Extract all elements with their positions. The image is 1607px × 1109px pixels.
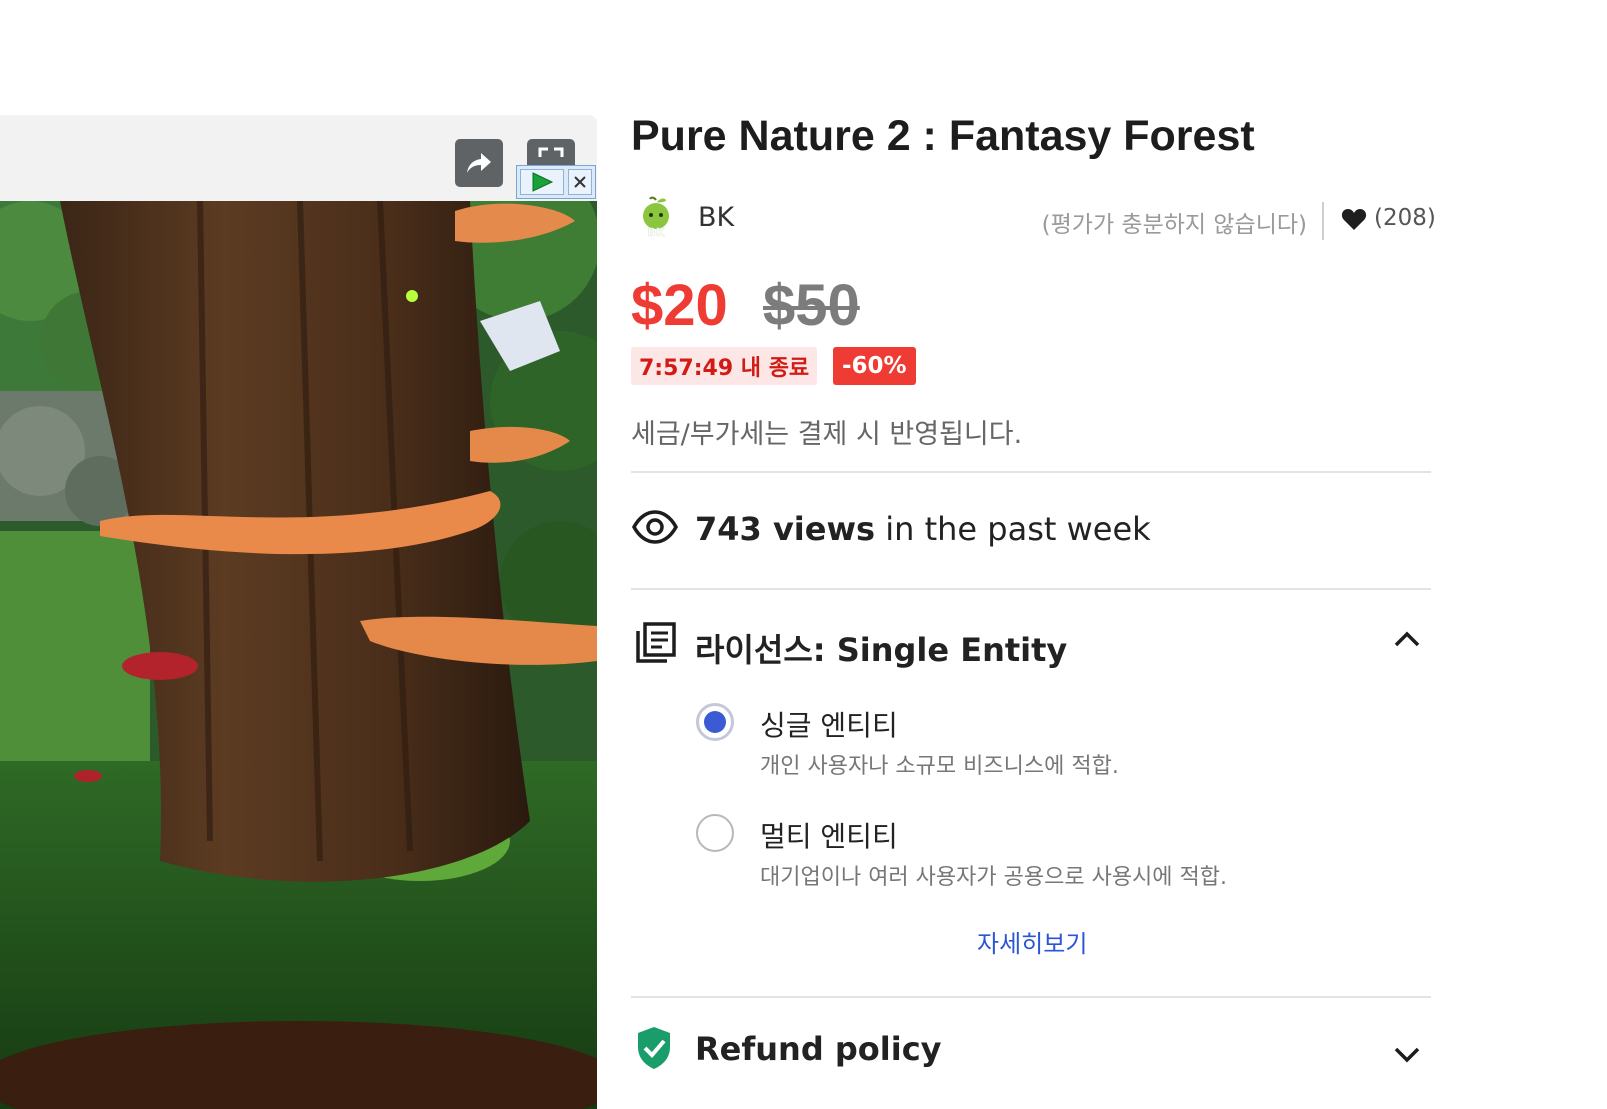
divider bbox=[631, 996, 1431, 998]
svg-text:BK: BK bbox=[648, 226, 665, 238]
divider bbox=[1322, 202, 1324, 240]
license-heading[interactable]: 라이선스: Single Entity bbox=[695, 625, 1067, 671]
radio-multi-entity[interactable] bbox=[696, 814, 734, 852]
radio-selected-dot bbox=[704, 711, 726, 733]
fullscreen-button[interactable] bbox=[527, 139, 575, 165]
media-toolbar bbox=[0, 115, 597, 201]
sale-countdown: 7:57:49 내 종료 bbox=[631, 347, 818, 385]
weekly-views: 743 views in the past week bbox=[695, 510, 1151, 548]
divider bbox=[631, 471, 1431, 473]
option-multi-entity-title[interactable]: 멀티 엔티티 bbox=[760, 815, 898, 855]
play-icon bbox=[532, 172, 554, 192]
license-details-link[interactable]: 자세히보기 bbox=[977, 924, 1087, 959]
close-button[interactable] bbox=[568, 169, 592, 195]
favorite-count: (208) bbox=[1374, 205, 1436, 231]
radio-single-entity[interactable] bbox=[696, 703, 734, 741]
eye-icon bbox=[632, 510, 678, 544]
product-screenshot[interactable] bbox=[0, 201, 597, 1109]
mini-player-controls bbox=[516, 165, 596, 199]
rating-summary[interactable]: (평가가 충분하지 않습니다) bbox=[1042, 205, 1307, 239]
option-single-entity-title[interactable]: 싱글 엔티티 bbox=[760, 704, 898, 744]
license-document-icon bbox=[636, 622, 676, 663]
option-single-entity-desc: 개인 사용자나 소규모 비즈니스에 적합. bbox=[760, 754, 1119, 779]
original-price: $50 bbox=[763, 273, 860, 338]
option-multi-entity-desc: 대기업이나 여러 사용자가 공용으로 사용시에 적합. bbox=[760, 865, 1228, 890]
chevron-down-icon[interactable] bbox=[1393, 1046, 1421, 1064]
publisher-link[interactable]: BK bbox=[698, 202, 734, 233]
views-count: 743 views bbox=[695, 510, 876, 548]
share-button[interactable] bbox=[455, 139, 503, 187]
media-viewer bbox=[0, 115, 597, 1109]
views-suffix: in the past week bbox=[885, 510, 1151, 548]
product-title: Pure Nature 2 : Fantasy Forest bbox=[631, 112, 1255, 160]
fullscreen-icon bbox=[538, 147, 564, 157]
close-icon bbox=[574, 176, 586, 188]
tax-note: 세금/부가세는 결제 시 반영됩니다. bbox=[631, 419, 1023, 450]
publisher-logo[interactable]: BK bbox=[639, 196, 673, 238]
discount-badge: -60% bbox=[833, 347, 916, 385]
divider bbox=[631, 588, 1431, 590]
shield-check-icon bbox=[638, 1027, 670, 1069]
heart-icon[interactable] bbox=[1341, 208, 1367, 232]
refund-policy-heading[interactable]: Refund policy bbox=[695, 1030, 942, 1068]
sale-price: $20 bbox=[631, 273, 728, 338]
play-button[interactable] bbox=[520, 169, 564, 195]
chevron-up-icon[interactable] bbox=[1393, 630, 1421, 648]
share-icon bbox=[467, 153, 491, 173]
